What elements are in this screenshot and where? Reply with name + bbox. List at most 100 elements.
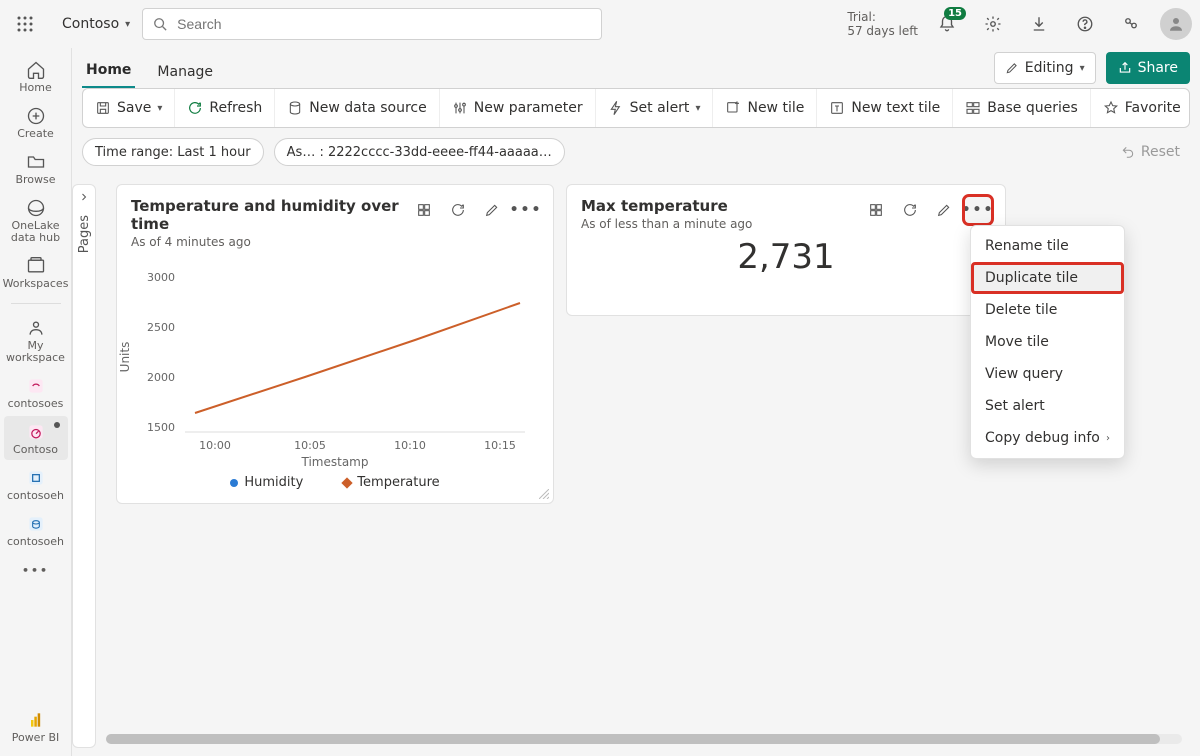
menu-set-alert[interactable]: Set alert xyxy=(971,390,1124,422)
dashboard-canvas-wrap: Pages Temperature and humidity over time… xyxy=(72,176,1200,756)
new-tile-button[interactable]: New tile xyxy=(713,89,817,127)
notifications-button[interactable]: 15 xyxy=(930,7,964,41)
text-tile-icon xyxy=(829,100,845,116)
save-button[interactable]: Save▾ xyxy=(83,89,175,127)
line-chart: Units 3000 2500 2000 1500 10:00 10:05 xyxy=(131,257,539,457)
feedback-icon xyxy=(1122,15,1140,33)
grid-icon xyxy=(416,202,432,218)
nav-powerbi[interactable]: Power BI xyxy=(4,704,68,748)
download-icon xyxy=(1030,15,1048,33)
new-text-tile-button[interactable]: New text tile xyxy=(817,89,953,127)
refresh-icon xyxy=(187,100,203,116)
nav-home[interactable]: Home xyxy=(4,54,68,98)
undo-icon xyxy=(1121,145,1135,159)
feedback-button[interactable] xyxy=(1114,7,1148,41)
refresh-button[interactable]: Refresh xyxy=(175,89,275,127)
chevron-down-icon: ▾ xyxy=(125,19,130,30)
more-tile-button[interactable]: ••• xyxy=(965,197,991,223)
pencil-icon xyxy=(936,202,952,218)
dashboard-canvas[interactable]: Temperature and humidity over time As of… xyxy=(106,184,1190,724)
tile-title: Temperature and humidity over time xyxy=(131,197,403,233)
nav-onelake[interactable]: OneLake data hub xyxy=(4,192,68,248)
more-icon: ••• xyxy=(962,202,995,218)
svg-text:2000: 2000 xyxy=(147,371,175,384)
menu-delete-tile[interactable]: Delete tile xyxy=(971,294,1124,326)
base-queries-button[interactable]: Base queries xyxy=(953,89,1090,127)
menu-view-query[interactable]: View query xyxy=(971,358,1124,390)
refresh-icon xyxy=(902,202,918,218)
refresh-tile-button[interactable] xyxy=(445,197,471,223)
plus-circle-icon xyxy=(26,106,46,126)
unsaved-dot-icon xyxy=(54,422,60,428)
time-range-chip[interactable]: Time range: Last 1 hour xyxy=(82,138,264,166)
pages-panel-collapsed[interactable]: Pages xyxy=(72,184,96,748)
menu-copy-debug-info[interactable]: Copy debug info› xyxy=(971,422,1124,454)
nav-more[interactable]: ••• xyxy=(4,558,68,581)
chevron-right-icon xyxy=(78,191,90,203)
tab-home[interactable]: Home xyxy=(82,54,135,88)
new-parameter-button[interactable]: New parameter xyxy=(440,89,596,127)
chevron-right-icon: › xyxy=(1106,433,1110,444)
nav-contosoeh-2[interactable]: contosoeh xyxy=(4,508,68,552)
explore-data-button[interactable] xyxy=(411,197,437,223)
nav-my-workspace[interactable]: My workspace xyxy=(4,312,68,368)
edit-tile-button[interactable] xyxy=(931,197,957,223)
tile-header: Max temperature As of less than a minute… xyxy=(581,197,991,231)
nav-create[interactable]: Create xyxy=(4,100,68,144)
reset-button[interactable]: Reset xyxy=(1111,144,1190,160)
legend-item-temperature: Temperature xyxy=(343,475,439,490)
search-icon xyxy=(153,17,167,31)
menu-move-tile[interactable]: Move tile xyxy=(971,326,1124,358)
horizontal-scrollbar[interactable] xyxy=(106,734,1182,744)
new-data-source-button[interactable]: New data source xyxy=(275,89,439,127)
share-button[interactable]: Share xyxy=(1106,52,1190,84)
nav-browse[interactable]: Browse xyxy=(4,146,68,190)
chart-legend: Humidity Temperature xyxy=(131,475,539,490)
resize-handle-icon[interactable] xyxy=(539,489,549,499)
tile-max-temperature[interactable]: Max temperature As of less than a minute… xyxy=(566,184,1006,316)
explore-data-button[interactable] xyxy=(863,197,889,223)
tile-subtitle: As of less than a minute ago xyxy=(581,217,752,231)
tile-title: Max temperature xyxy=(581,197,752,215)
app-launcher-icon[interactable] xyxy=(8,7,42,41)
command-toolbar: Save▾ Refresh New data source New parame… xyxy=(82,88,1190,128)
menu-duplicate-tile[interactable]: Duplicate tile xyxy=(971,262,1124,294)
more-tile-button[interactable]: ••• xyxy=(513,197,539,223)
diamond-marker-icon xyxy=(342,477,353,488)
grid-icon xyxy=(868,202,884,218)
gear-icon xyxy=(984,15,1002,33)
y-axis-label: Units xyxy=(118,342,132,373)
help-button[interactable] xyxy=(1068,7,1102,41)
eventhouse-icon xyxy=(26,468,46,488)
set-alert-button[interactable]: Set alert▾ xyxy=(596,89,714,127)
workspace-switcher[interactable]: Contoso ▾ xyxy=(62,16,130,32)
folder-icon xyxy=(26,152,46,172)
tile-subtitle: As of 4 minutes ago xyxy=(131,235,403,249)
nav-contosoeh-1[interactable]: contosoeh xyxy=(4,462,68,506)
chevron-down-icon: ▾ xyxy=(1080,63,1085,74)
svg-text:2500: 2500 xyxy=(147,321,175,334)
editing-mode-button[interactable]: Editing ▾ xyxy=(994,52,1096,84)
nav-contosoes[interactable]: contosoes xyxy=(4,370,68,414)
tile-temperature-humidity[interactable]: Temperature and humidity over time As of… xyxy=(116,184,554,504)
kqldb-icon xyxy=(26,514,46,534)
tab-manage[interactable]: Manage xyxy=(153,56,217,88)
help-icon xyxy=(1076,15,1094,33)
search-input[interactable] xyxy=(175,15,591,33)
favorite-button[interactable]: Favorite xyxy=(1091,89,1190,127)
search-box[interactable] xyxy=(142,8,602,40)
account-avatar[interactable] xyxy=(1160,8,1192,40)
share-icon xyxy=(1118,61,1132,75)
scrollbar-thumb[interactable] xyxy=(106,734,1160,744)
settings-button[interactable] xyxy=(976,7,1010,41)
top-app-bar: Contoso ▾ Trial: 57 days left 15 xyxy=(0,0,1200,48)
nav-workspaces[interactable]: Workspaces xyxy=(4,250,68,294)
refresh-tile-button[interactable] xyxy=(897,197,923,223)
eventstream-icon xyxy=(26,376,46,396)
parameter-chip[interactable]: As… : 2222cccc-33dd-eeee-ff44-aaaaa… xyxy=(274,138,565,166)
menu-rename-tile[interactable]: Rename tile xyxy=(971,230,1124,262)
tile-add-icon xyxy=(725,100,741,116)
edit-tile-button[interactable] xyxy=(479,197,505,223)
nav-contoso-dashboard[interactable]: Contoso xyxy=(4,416,68,460)
download-button[interactable] xyxy=(1022,7,1056,41)
